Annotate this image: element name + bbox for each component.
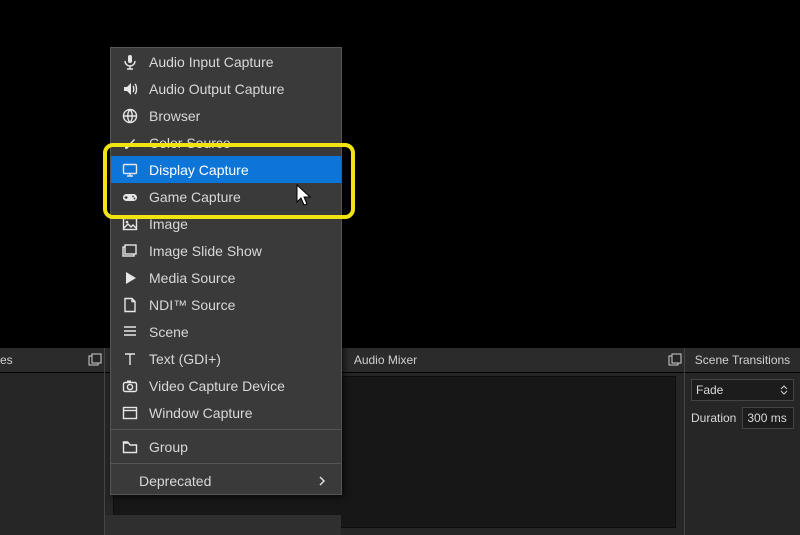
image-icon	[121, 215, 139, 233]
sources-panel-title: es	[0, 353, 13, 367]
updown-icon	[779, 385, 789, 395]
gamepad-icon	[121, 188, 139, 206]
menu-item-image[interactable]: Image	[111, 210, 341, 237]
menu-item-label: Image Slide Show	[149, 243, 262, 259]
slides-icon	[121, 242, 139, 260]
menu-item-label: Text (GDI+)	[149, 351, 221, 367]
menu-item-image-slide[interactable]: Image Slide Show	[111, 237, 341, 264]
menu-item-browser[interactable]: Browser	[111, 102, 341, 129]
mic-icon	[121, 53, 139, 71]
menu-item-display-capture[interactable]: Display Capture	[111, 156, 341, 183]
transition-select-value: Fade	[696, 383, 779, 397]
menu-item-label: Media Source	[149, 270, 235, 286]
camera-icon	[121, 377, 139, 395]
sources-panel: es	[0, 348, 105, 535]
globe-icon	[121, 107, 139, 125]
speaker-icon	[121, 80, 139, 98]
transition-duration-value: 300 ms	[747, 411, 786, 425]
menu-item-label: Game Capture	[149, 189, 241, 205]
menu-item-ndi-source[interactable]: NDI™ Source	[111, 291, 341, 318]
menu-item-video-capture[interactable]: Video Capture Device	[111, 372, 341, 399]
menu-item-label: Window Capture	[149, 405, 253, 421]
menu-separator	[111, 463, 341, 464]
menu-item-label: Video Capture Device	[149, 378, 285, 394]
menu-item-game-capture[interactable]: Game Capture	[111, 183, 341, 210]
menu-separator	[111, 429, 341, 430]
menu-item-label: Image	[149, 216, 188, 232]
menu-item-label: Group	[149, 439, 188, 455]
brush-icon	[121, 134, 139, 152]
list-icon	[121, 323, 139, 341]
menu-item-audio-input[interactable]: Audio Input Capture	[111, 48, 341, 75]
menu-item-window-capture[interactable]: Window Capture	[111, 399, 341, 426]
transition-select[interactable]: Fade	[691, 379, 794, 401]
scene-transitions-panel: Scene Transitions Fade Duration 300 ms	[685, 348, 800, 535]
file-icon	[121, 296, 139, 314]
menu-item-label: Audio Input Capture	[149, 54, 274, 70]
folder-icon	[121, 438, 139, 456]
text-icon	[121, 350, 139, 368]
menu-item-label: Browser	[149, 108, 200, 124]
add-source-menu: Audio Input Capture Audio Output Capture B…	[110, 47, 342, 495]
menu-item-group[interactable]: Group	[111, 433, 341, 460]
popout-icon[interactable]	[666, 351, 684, 369]
menu-item-media-source[interactable]: Media Source	[111, 264, 341, 291]
chevron-right-icon	[313, 472, 331, 490]
menu-item-label: Audio Output Capture	[149, 81, 284, 97]
transition-duration-label: Duration	[691, 411, 736, 425]
menu-item-deprecated[interactable]: Deprecated	[111, 467, 341, 494]
window-icon	[121, 404, 139, 422]
play-icon	[121, 269, 139, 287]
sources-toolbar	[105, 515, 341, 535]
menu-item-label: Scene	[149, 324, 189, 340]
menu-item-label: Deprecated	[139, 473, 211, 489]
monitor-icon	[121, 161, 139, 179]
scene-transitions-title: Scene Transitions	[685, 353, 800, 367]
menu-item-label: Display Capture	[149, 162, 249, 178]
menu-item-label: Color Source	[149, 135, 231, 151]
menu-item-scene[interactable]: Scene	[111, 318, 341, 345]
menu-item-color-source[interactable]: Color Source	[111, 129, 341, 156]
menu-item-text-gdi[interactable]: Text (GDI+)	[111, 345, 341, 372]
menu-item-label: NDI™ Source	[149, 297, 235, 313]
transition-duration-field[interactable]: 300 ms	[742, 407, 794, 429]
menu-item-audio-output[interactable]: Audio Output Capture	[111, 75, 341, 102]
popout-icon[interactable]	[86, 351, 104, 369]
